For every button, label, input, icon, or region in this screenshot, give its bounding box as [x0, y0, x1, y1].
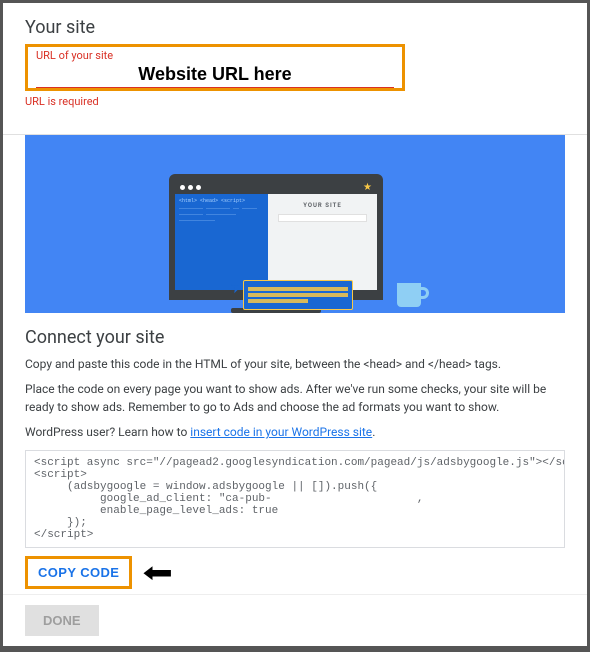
screen-body: <html> <head> <script> ________ ________… [175, 194, 377, 290]
wordpress-help-link[interactable]: insert code in your WordPress site [190, 425, 372, 439]
your-site-heading: Your site [25, 17, 565, 38]
connect-para-3a: WordPress user? Learn how to [25, 425, 190, 439]
code-pane: <html> <head> <script> ________ ________… [175, 194, 268, 290]
star-icon: ★ [363, 182, 372, 193]
monitor-screen: ★ <html> <head> <script> ________ ______… [169, 174, 383, 300]
connect-para-3: WordPress user? Learn how to insert code… [25, 424, 565, 441]
copy-row: COPY CODE ⬅ [25, 556, 565, 589]
preview-pane: YOUR SITE [268, 194, 377, 290]
adsense-setup-dialog: Your site URL of your site URL is requir… [3, 3, 587, 646]
browser-titlebar: ★ [175, 180, 377, 194]
connect-para-3b: . [372, 425, 375, 439]
callout-line [248, 299, 308, 303]
connect-heading: Connect your site [25, 327, 565, 348]
dialog-footer: DONE [3, 594, 587, 646]
connect-para-1: Copy and paste this code in the HTML of … [25, 356, 565, 373]
window-dot-icon [196, 185, 201, 190]
connect-section: Connect your site Copy and paste this co… [3, 313, 587, 603]
window-dot-icon [188, 185, 193, 190]
hero-illustration: ★ <html> <head> <script> ________ ______… [25, 135, 565, 313]
mug-body [397, 283, 421, 307]
copy-code-button[interactable]: COPY CODE [25, 556, 132, 589]
connect-para-2: Place the code on every page you want to… [25, 381, 565, 416]
url-error-text: URL is required [25, 95, 565, 108]
mug-graphic [397, 283, 421, 307]
mug-handle [419, 287, 429, 299]
callout-line [248, 287, 348, 291]
your-site-section: Your site URL of your site URL is requir… [3, 3, 587, 122]
window-dot-icon [180, 185, 185, 190]
monitor-graphic: ★ <html> <head> <script> ________ ______… [169, 174, 383, 313]
ad-callout [243, 280, 353, 310]
url-label: URL of your site [36, 49, 394, 62]
preview-bar [278, 214, 367, 222]
url-field-highlight: URL of your site [25, 44, 405, 91]
code-snippet-box[interactable]: <script async src="//pagead2.googlesyndi… [25, 450, 565, 548]
done-button[interactable]: DONE [25, 605, 99, 636]
url-input[interactable] [36, 62, 394, 88]
callout-line [248, 293, 348, 297]
preview-label: YOUR SITE [276, 202, 369, 209]
arrow-left-icon: ⬅ [143, 556, 174, 589]
